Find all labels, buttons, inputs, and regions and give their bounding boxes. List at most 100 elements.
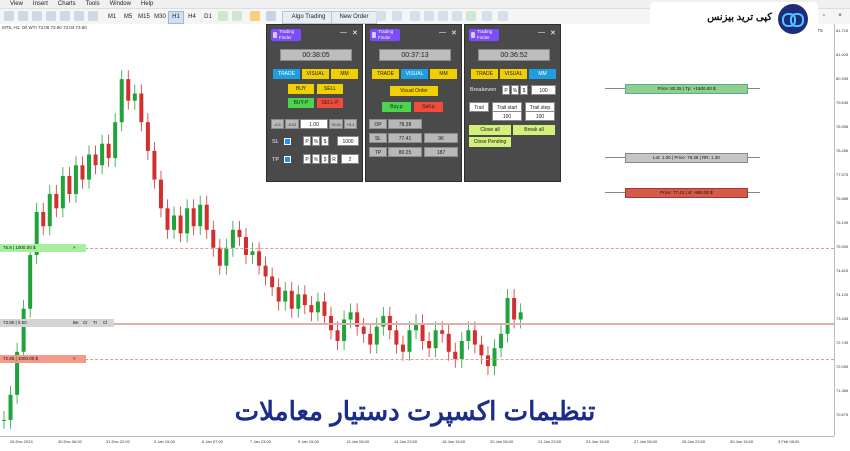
sl-mode-dollar[interactable]: $ xyxy=(321,136,329,146)
indicators-icon[interactable] xyxy=(266,11,276,21)
shapes-icon[interactable] xyxy=(74,11,84,21)
tp-mode-points[interactable]: P xyxy=(303,154,311,164)
tp-mode-dollar[interactable]: $ xyxy=(321,154,329,164)
time-tick: 28 Jan 23:00 xyxy=(682,439,706,444)
close-icon[interactable]: × xyxy=(836,11,844,22)
tp-close-button[interactable]: × xyxy=(70,244,86,252)
tab-visual[interactable]: VISUAL xyxy=(302,69,329,79)
sl-input[interactable]: 1000 xyxy=(337,136,359,146)
visual-sl-label[interactable]: Price: 77.41 | sl: -960.00 $ xyxy=(625,188,748,198)
sell-pending-button[interactable]: SELL-P xyxy=(317,98,343,108)
tp-label[interactable]: 75.8 | 1000.00 $ xyxy=(0,244,76,252)
entry-line[interactable] xyxy=(0,323,834,325)
tp-line[interactable] xyxy=(0,248,834,249)
close-button[interactable]: Cl xyxy=(100,319,114,327)
lot-input[interactable]: 1.00 xyxy=(300,119,328,129)
trail-button[interactable]: Trail xyxy=(469,102,489,112)
new-order-button[interactable]: New Order xyxy=(331,11,377,24)
entry-label[interactable]: 73.80 | 0.50 xyxy=(0,319,74,327)
sl-close-button[interactable]: × xyxy=(70,355,86,363)
sl-label[interactable]: 72.85 | 1000.00 $ xyxy=(0,355,76,363)
sell-pending-button[interactable]: Sell.p xyxy=(414,102,443,112)
tab-trade[interactable]: TRADE xyxy=(471,69,498,79)
tp-input[interactable]: 2 xyxy=(341,154,359,164)
properties-icon[interactable] xyxy=(498,11,508,21)
settings-icon[interactable] xyxy=(466,11,476,21)
close-pending-button[interactable]: Close Pending xyxy=(469,137,511,147)
buy-button[interactable]: BUY xyxy=(288,84,314,94)
tp-checkbox[interactable] xyxy=(284,156,291,163)
close-icon[interactable]: ✕ xyxy=(451,29,457,37)
sell-button[interactable]: SELL xyxy=(317,84,343,94)
buy-pending-button[interactable]: BUY-P xyxy=(288,98,314,108)
be-mode-percent[interactable]: % xyxy=(511,85,519,95)
restore-icon[interactable]: ▫ xyxy=(820,11,828,22)
tf-m30[interactable]: M30 xyxy=(152,11,168,24)
lot-plus-large-button[interactable]: +0.1 xyxy=(344,119,357,129)
zoom-out-icon[interactable] xyxy=(424,11,434,21)
minimize-icon[interactable]: — xyxy=(538,29,545,36)
autoscroll-icon[interactable] xyxy=(452,11,462,21)
tf-m15[interactable]: M15 xyxy=(136,11,152,24)
tf-m1[interactable]: M1 xyxy=(104,11,120,24)
be-mode-dollar[interactable]: $ xyxy=(520,85,528,95)
sl-mode-points[interactable]: P xyxy=(303,136,311,146)
lot-minus-small-button[interactable]: -0.01 xyxy=(285,119,299,129)
fibo-icon[interactable] xyxy=(60,11,70,21)
cursor-icon[interactable] xyxy=(4,11,14,21)
visual-order-button[interactable]: Visual Order xyxy=(390,86,438,96)
screenshot-icon[interactable] xyxy=(482,11,492,21)
tab-mm[interactable]: MM xyxy=(529,69,556,79)
close-icon[interactable]: ✕ xyxy=(550,29,556,37)
trail-start-input[interactable]: 100 xyxy=(492,111,522,121)
template-icon[interactable] xyxy=(232,11,242,21)
close-icon[interactable]: ✕ xyxy=(352,29,358,37)
line-icon[interactable] xyxy=(32,11,42,21)
menu-help[interactable]: Help xyxy=(141,0,153,8)
folder-icon[interactable] xyxy=(250,11,260,21)
tab-mm[interactable]: MM xyxy=(331,69,358,79)
tf-h4[interactable]: H4 xyxy=(184,11,200,24)
candle-body xyxy=(485,355,490,367)
lot-minus-large-button[interactable]: -0.1 xyxy=(271,119,284,129)
signal-icon[interactable] xyxy=(392,11,402,21)
tp-mode-rr[interactable]: R xyxy=(330,154,338,164)
menu-charts[interactable]: Charts xyxy=(58,0,76,8)
tab-trade[interactable]: TRADE xyxy=(273,69,300,79)
sl-line[interactable] xyxy=(0,359,834,360)
break-all-button[interactable]: Break all xyxy=(513,125,555,135)
buy-pending-button[interactable]: Buy.p xyxy=(382,102,411,112)
tab-visual[interactable]: VISUAL xyxy=(401,69,428,79)
crosshair-icon[interactable] xyxy=(18,11,28,21)
algo-trading-button[interactable]: Algo Trading xyxy=(282,11,335,24)
menu-tools[interactable]: Tools xyxy=(86,0,100,8)
sl-mode-percent[interactable]: % xyxy=(312,136,320,146)
tf-m5[interactable]: M5 xyxy=(120,11,136,24)
tab-visual[interactable]: VISUAL xyxy=(500,69,527,79)
tab-trade[interactable]: TRADE xyxy=(372,69,399,79)
candle-body xyxy=(381,315,386,327)
zoom-in-icon[interactable] xyxy=(410,11,420,21)
depth-icon[interactable] xyxy=(376,11,386,21)
tp-mode-percent[interactable]: % xyxy=(312,154,320,164)
minimize-icon[interactable]: — xyxy=(340,29,347,36)
trail-step-input[interactable]: 100 xyxy=(525,111,555,121)
channel-icon[interactable] xyxy=(46,11,56,21)
menu-insert[interactable]: Insert xyxy=(33,0,48,8)
grid-icon[interactable] xyxy=(438,11,448,21)
chart-type-icon[interactable] xyxy=(218,11,228,21)
menu-window[interactable]: Window xyxy=(110,0,131,8)
visual-tp-label[interactable]: Price: 80.25 | Tp: +1600.00 $ xyxy=(625,84,748,94)
sl-checkbox[interactable] xyxy=(284,138,291,145)
tab-mm[interactable]: MM xyxy=(430,69,457,79)
menu-view[interactable]: View xyxy=(10,0,23,8)
visual-entry-label[interactable]: Lot: 1.00 | Price: 78.38 | RR: 1.30 xyxy=(625,153,748,163)
be-input[interactable]: 100 xyxy=(531,85,556,95)
tf-d1[interactable]: D1 xyxy=(200,11,216,24)
close-all-button[interactable]: Close all xyxy=(469,125,511,135)
minimize-icon[interactable]: — xyxy=(439,29,446,36)
tf-h1[interactable]: H1 xyxy=(168,11,184,24)
lot-plus-small-button[interactable]: +0.01 xyxy=(329,119,343,129)
be-mode-points[interactable]: P xyxy=(502,85,510,95)
text-icon[interactable] xyxy=(88,11,98,21)
